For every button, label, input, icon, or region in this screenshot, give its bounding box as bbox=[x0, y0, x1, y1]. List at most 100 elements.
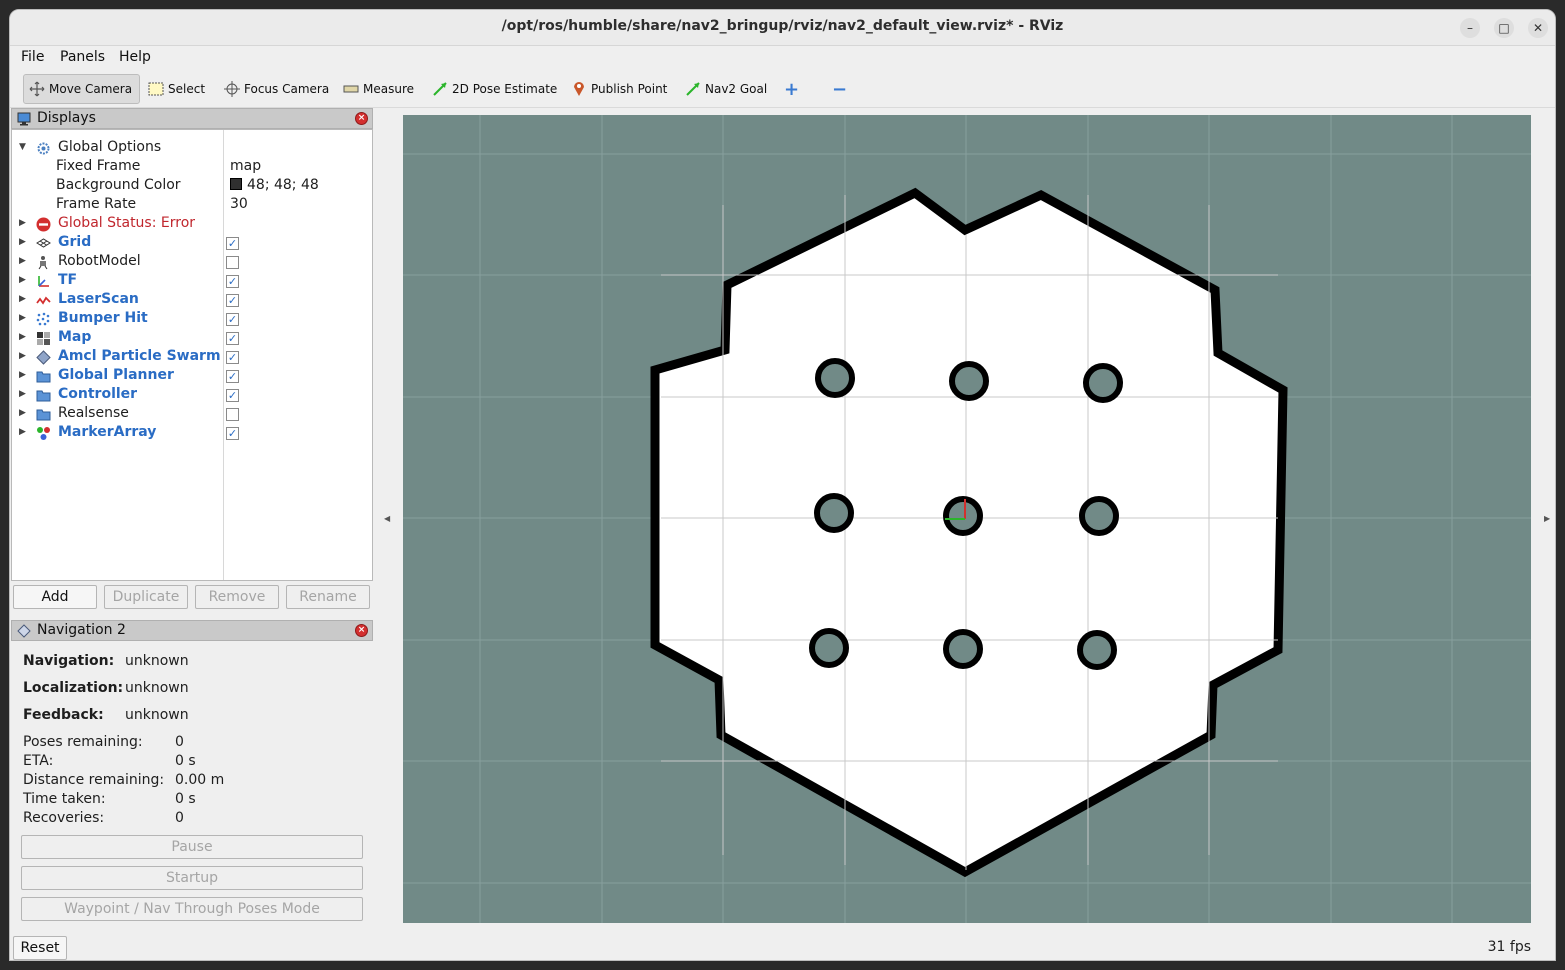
global-options-label: Global Options bbox=[58, 139, 162, 155]
nav2-goal-tool[interactable]: Nav2 Goal bbox=[680, 74, 771, 104]
color-swatch bbox=[230, 178, 242, 190]
startup-button[interactable]: Startup bbox=[21, 866, 363, 890]
laserscan-label: LaserScan bbox=[58, 291, 139, 307]
expand-arrow-icon[interactable]: ▶ bbox=[19, 332, 26, 342]
fixed-frame-value[interactable]: map bbox=[230, 158, 261, 174]
close-navigation-icon[interactable]: × bbox=[355, 624, 368, 637]
navigation-panel-body: Navigation: unknown Localization: unknow… bbox=[11, 642, 373, 932]
select-icon bbox=[147, 81, 165, 97]
markers-icon bbox=[36, 426, 51, 441]
tree-row-tf[interactable]: ▶ TF ✓ bbox=[12, 272, 372, 291]
add-button[interactable]: Add bbox=[13, 585, 97, 609]
laserscan-checkbox[interactable]: ✓ bbox=[226, 294, 239, 307]
grid-checkbox[interactable]: ✓ bbox=[226, 237, 239, 250]
frame-rate-value[interactable]: 30 bbox=[230, 196, 248, 212]
tree-row-amcl-particle-swarm[interactable]: ▶ Amcl Particle Swarm ✓ bbox=[12, 348, 372, 367]
reset-button[interactable]: Reset bbox=[13, 936, 67, 960]
toolbar: Move Camera Select Focus Camera Measure … bbox=[10, 68, 1555, 108]
amcl-particle-swarm-checkbox[interactable]: ✓ bbox=[226, 351, 239, 364]
tree-row-fixed-frame[interactable]: Fixed Frame map bbox=[12, 158, 372, 177]
collapse-left-panel-icon[interactable]: ◀ bbox=[384, 514, 390, 523]
global-planner-checkbox[interactable]: ✓ bbox=[226, 370, 239, 383]
move-camera-icon bbox=[28, 81, 46, 97]
map-icon bbox=[36, 331, 51, 346]
duplicate-button[interactable]: Duplicate bbox=[104, 585, 188, 609]
navigation-title: Navigation 2 bbox=[37, 622, 126, 638]
select-tool[interactable]: Select bbox=[143, 74, 209, 104]
collapse-arrow-icon[interactable]: ▼ bbox=[19, 142, 26, 152]
menu-help[interactable]: Help bbox=[119, 49, 151, 65]
feedback-status-label: Feedback: bbox=[23, 707, 104, 723]
tree-row-bumper-hit[interactable]: ▶ Bumper Hit ✓ bbox=[12, 310, 372, 329]
green-arrow-icon bbox=[431, 81, 449, 97]
markerarray-checkbox[interactable]: ✓ bbox=[226, 427, 239, 440]
expand-arrow-icon[interactable]: ▶ bbox=[19, 313, 26, 323]
expand-arrow-icon[interactable]: ▶ bbox=[19, 256, 26, 266]
tree-row-map[interactable]: ▶ Map ✓ bbox=[12, 329, 372, 348]
pause-button[interactable]: Pause bbox=[21, 835, 363, 859]
maximize-button[interactable]: □ bbox=[1494, 18, 1514, 38]
realsense-label: Realsense bbox=[58, 405, 129, 421]
focus-camera-tool[interactable]: Focus Camera bbox=[219, 74, 333, 104]
minimize-button[interactable]: – bbox=[1460, 18, 1480, 38]
background-color-value[interactable]: 48; 48; 48 bbox=[230, 177, 319, 193]
expand-arrow-icon[interactable]: ▶ bbox=[19, 218, 26, 228]
bumper-hit-checkbox[interactable]: ✓ bbox=[226, 313, 239, 326]
controller-checkbox[interactable]: ✓ bbox=[226, 389, 239, 402]
realsense-checkbox[interactable] bbox=[226, 408, 239, 421]
expand-arrow-icon[interactable]: ▶ bbox=[19, 294, 26, 304]
title-bar: /opt/ros/humble/share/nav2_bringup/rviz/… bbox=[10, 10, 1555, 46]
distance-remaining-value: 0.00 m bbox=[175, 772, 225, 788]
render-viewport[interactable] bbox=[403, 115, 1531, 923]
expand-arrow-icon[interactable]: ▶ bbox=[19, 370, 26, 380]
nav2-goal-label: Nav2 Goal bbox=[705, 82, 768, 96]
folder-icon bbox=[36, 388, 51, 403]
tree-row-markerarray[interactable]: ▶ MarkerArray ✓ bbox=[12, 424, 372, 443]
rviz-window: /opt/ros/humble/share/nav2_bringup/rviz/… bbox=[9, 9, 1556, 961]
menu-file[interactable]: File bbox=[21, 49, 44, 65]
error-icon bbox=[36, 217, 51, 232]
fixed-frame-label: Fixed Frame bbox=[56, 158, 141, 174]
tf-checkbox[interactable]: ✓ bbox=[226, 275, 239, 288]
publish-point-tool[interactable]: Publish Point bbox=[566, 74, 671, 104]
tree-row-global-status[interactable]: ▶ Global Status: Error bbox=[12, 215, 372, 234]
pose-estimate-tool[interactable]: 2D Pose Estimate bbox=[427, 74, 561, 104]
menu-panels[interactable]: Panels bbox=[60, 49, 105, 65]
expand-arrow-icon[interactable]: ▶ bbox=[19, 408, 26, 418]
tree-row-realsense[interactable]: ▶ Realsense bbox=[12, 405, 372, 424]
folder-icon bbox=[36, 369, 51, 384]
move-camera-tool[interactable]: Move Camera bbox=[23, 74, 140, 104]
expand-arrow-icon[interactable]: ▶ bbox=[19, 275, 26, 285]
tree-row-robotmodel[interactable]: ▶ RobotModel bbox=[12, 253, 372, 272]
remove-button[interactable]: Remove bbox=[195, 585, 279, 609]
robotmodel-label: RobotModel bbox=[58, 253, 141, 269]
expand-arrow-icon[interactable]: ▶ bbox=[19, 237, 26, 247]
close-displays-icon[interactable]: × bbox=[355, 112, 368, 125]
expand-arrow-icon[interactable]: ▶ bbox=[19, 389, 26, 399]
close-button[interactable]: ✕ bbox=[1528, 18, 1548, 38]
measure-tool[interactable]: Measure bbox=[338, 74, 418, 104]
tree-row-controller[interactable]: ▶ Controller ✓ bbox=[12, 386, 372, 405]
tree-row-laserscan[interactable]: ▶ LaserScan ✓ bbox=[12, 291, 372, 310]
tree-row-global-options[interactable]: ▼ Global Options bbox=[12, 139, 372, 158]
robotmodel-checkbox[interactable] bbox=[226, 256, 239, 269]
displays-title: Displays bbox=[37, 110, 96, 126]
waypoint-mode-button[interactable]: Waypoint / Nav Through Poses Mode bbox=[21, 897, 363, 921]
add-tool-button[interactable]: + bbox=[780, 74, 803, 104]
axes-icon bbox=[36, 274, 51, 289]
expand-arrow-icon[interactable]: ▶ bbox=[19, 427, 26, 437]
rename-button[interactable]: Rename bbox=[286, 585, 370, 609]
diamond-icon bbox=[17, 624, 31, 638]
tree-row-frame-rate[interactable]: Frame Rate 30 bbox=[12, 196, 372, 215]
navigation-panel-header: Navigation 2 × bbox=[11, 620, 373, 641]
collapse-right-panel-icon[interactable]: ▶ bbox=[1544, 514, 1550, 523]
recoveries-value: 0 bbox=[175, 810, 184, 826]
grid-label: Grid bbox=[58, 234, 92, 250]
tree-row-global-planner[interactable]: ▶ Global Planner ✓ bbox=[12, 367, 372, 386]
remove-tool-button[interactable]: − bbox=[828, 74, 851, 104]
map-checkbox[interactable]: ✓ bbox=[226, 332, 239, 345]
expand-arrow-icon[interactable]: ▶ bbox=[19, 351, 26, 361]
time-taken-label: Time taken: bbox=[23, 791, 106, 807]
tree-row-grid[interactable]: ▶ Grid ✓ bbox=[12, 234, 372, 253]
tree-row-background-color[interactable]: Background Color 48; 48; 48 bbox=[12, 177, 372, 196]
